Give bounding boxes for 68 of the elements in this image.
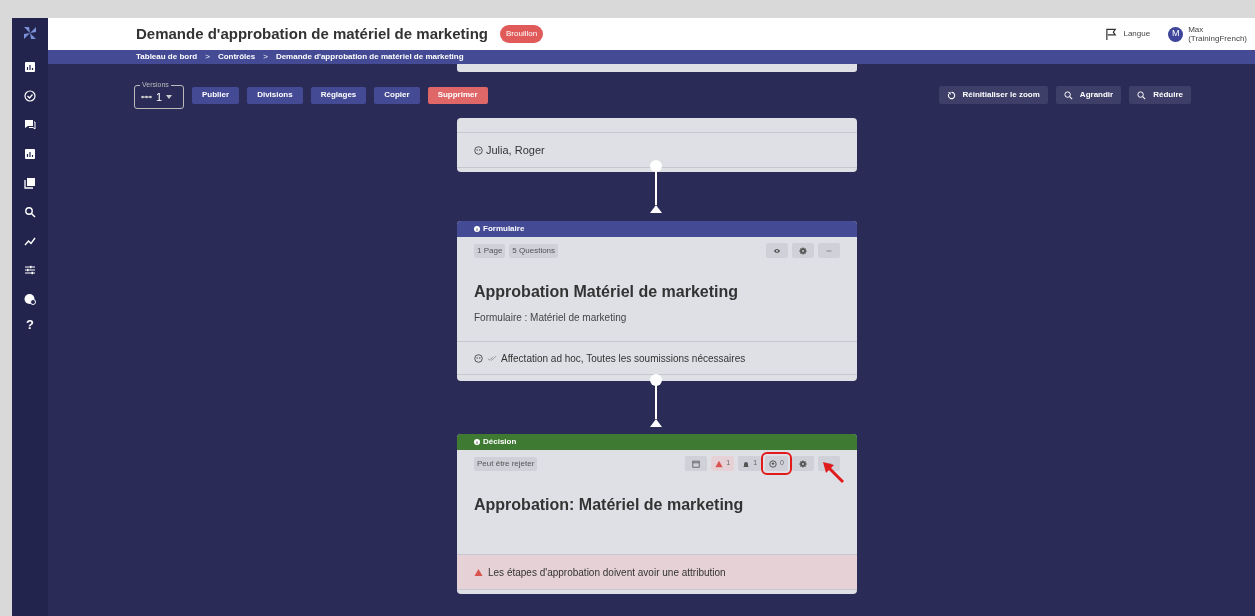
settings-icon [799,459,807,468]
breadcrumb-link[interactable]: Demande d'approbation de matériel de marketing [275,51,464,63]
breadcrumb-separator: > [263,51,268,63]
info-chip: 5 Questions [509,243,559,258]
node-card[interactable]: Julia, Roger [457,118,857,172]
user-group-icon [474,353,483,363]
node-title: Approbation: Matériel de marketing [473,495,745,515]
node-subtitle: Formulaire : Matériel de marketing [473,311,628,325]
user-organization: (TrainingFrench) [1188,34,1247,43]
warning-message: Les étapes d'approbation doivent avoir une attribution [488,565,726,580]
trend-line-icon[interactable] [24,235,36,247]
node-title: Approbation Matériel de marketing [473,282,740,302]
globe-icon[interactable] [24,293,36,305]
view-icon [773,246,781,255]
copy-icon[interactable] [24,177,36,189]
info-chip: Peut être rejeter [474,456,538,471]
chat-icon[interactable] [24,119,36,131]
graph-dots-icon [141,95,152,99]
user-group-icon [474,145,483,155]
settings-icon [799,246,807,255]
flag-icon [1105,27,1119,41]
connector-arrow [648,160,664,214]
breadcrumb-link[interactable]: Contrôles [217,51,256,63]
toolbar-button[interactable]: Divisions [247,86,303,104]
chart-icon[interactable] [24,148,36,160]
check-circle-icon[interactable] [24,90,36,102]
view-button[interactable] [766,243,788,258]
caret-icon [166,95,173,99]
toolbar-button[interactable]: Copier [374,86,420,104]
user-avatar[interactable]: M [1168,26,1184,42]
info-icon [474,226,480,232]
toolbar-button[interactable]: Réglages [310,86,367,104]
breadcrumb-link[interactable]: Tableau de bord [136,51,198,63]
assignee-count-icon [769,459,778,468]
sliders-icon[interactable] [24,264,36,276]
toolbar-button[interactable]: Publier [192,86,240,104]
help-nav-item[interactable]: ? [26,318,34,332]
warning-count-icon [715,459,724,468]
node-card[interactable]: Formulaire 1 Page 5 Questions Approbation Matériel de marketing Formulaire : Matériel de marketing Affectation ad hoc, Toutes les soumissions nécessaires [457,221,857,381]
zoom-button[interactable]: Réduire [1129,86,1191,104]
zoom-button[interactable]: Réinitialiser le zoom [938,86,1048,104]
calendar-icon [692,459,701,468]
magnifier-icon [1137,90,1147,100]
info-icon [474,439,480,445]
connector-arrow [648,374,664,428]
assignee-list: Julia, Roger [486,141,545,159]
pointer-arrow [821,460,845,484]
user-name: Max [1188,25,1205,34]
node-type-label: Décision [483,436,517,448]
status-badge: Brouillon [500,25,544,43]
notification-count-icon [742,459,751,468]
calendar-button[interactable] [685,456,708,471]
node-type-label: Formulaire [483,223,525,235]
search-icon[interactable] [24,206,36,218]
zoom-button[interactable]: Agrandir [1055,86,1122,104]
language-link[interactable]: Langue [1123,28,1151,40]
chart-icon[interactable] [24,61,36,73]
assignment-summary: Affectation ad hoc, Toutes les soumissions nécessaires [501,351,746,366]
refresh-icon [946,90,956,100]
settings-button[interactable] [792,243,814,258]
info-chip: 1 Page [474,243,506,258]
warning-icon [474,567,483,577]
page-title: Demande d'approbation de matériel de marketing [136,23,488,44]
magnifier-icon [1063,90,1073,100]
double-check-icon [487,354,497,362]
breadcrumb-separator: > [205,51,210,63]
logo-icon [21,24,39,42]
settings-button[interactable] [792,456,814,471]
